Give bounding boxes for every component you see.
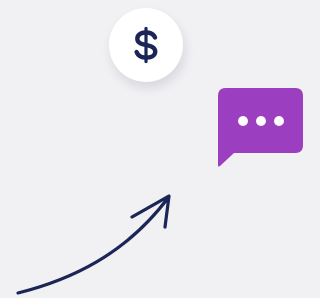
chat-bubble-icon (216, 87, 304, 169)
curved-arrow-icon (0, 180, 200, 298)
illustration-canvas (0, 0, 304, 298)
chat-dot (274, 116, 284, 126)
chat-dot (238, 116, 248, 126)
chat-dot (256, 116, 266, 126)
dollar-badge (109, 8, 183, 82)
dollar-icon (134, 26, 158, 64)
